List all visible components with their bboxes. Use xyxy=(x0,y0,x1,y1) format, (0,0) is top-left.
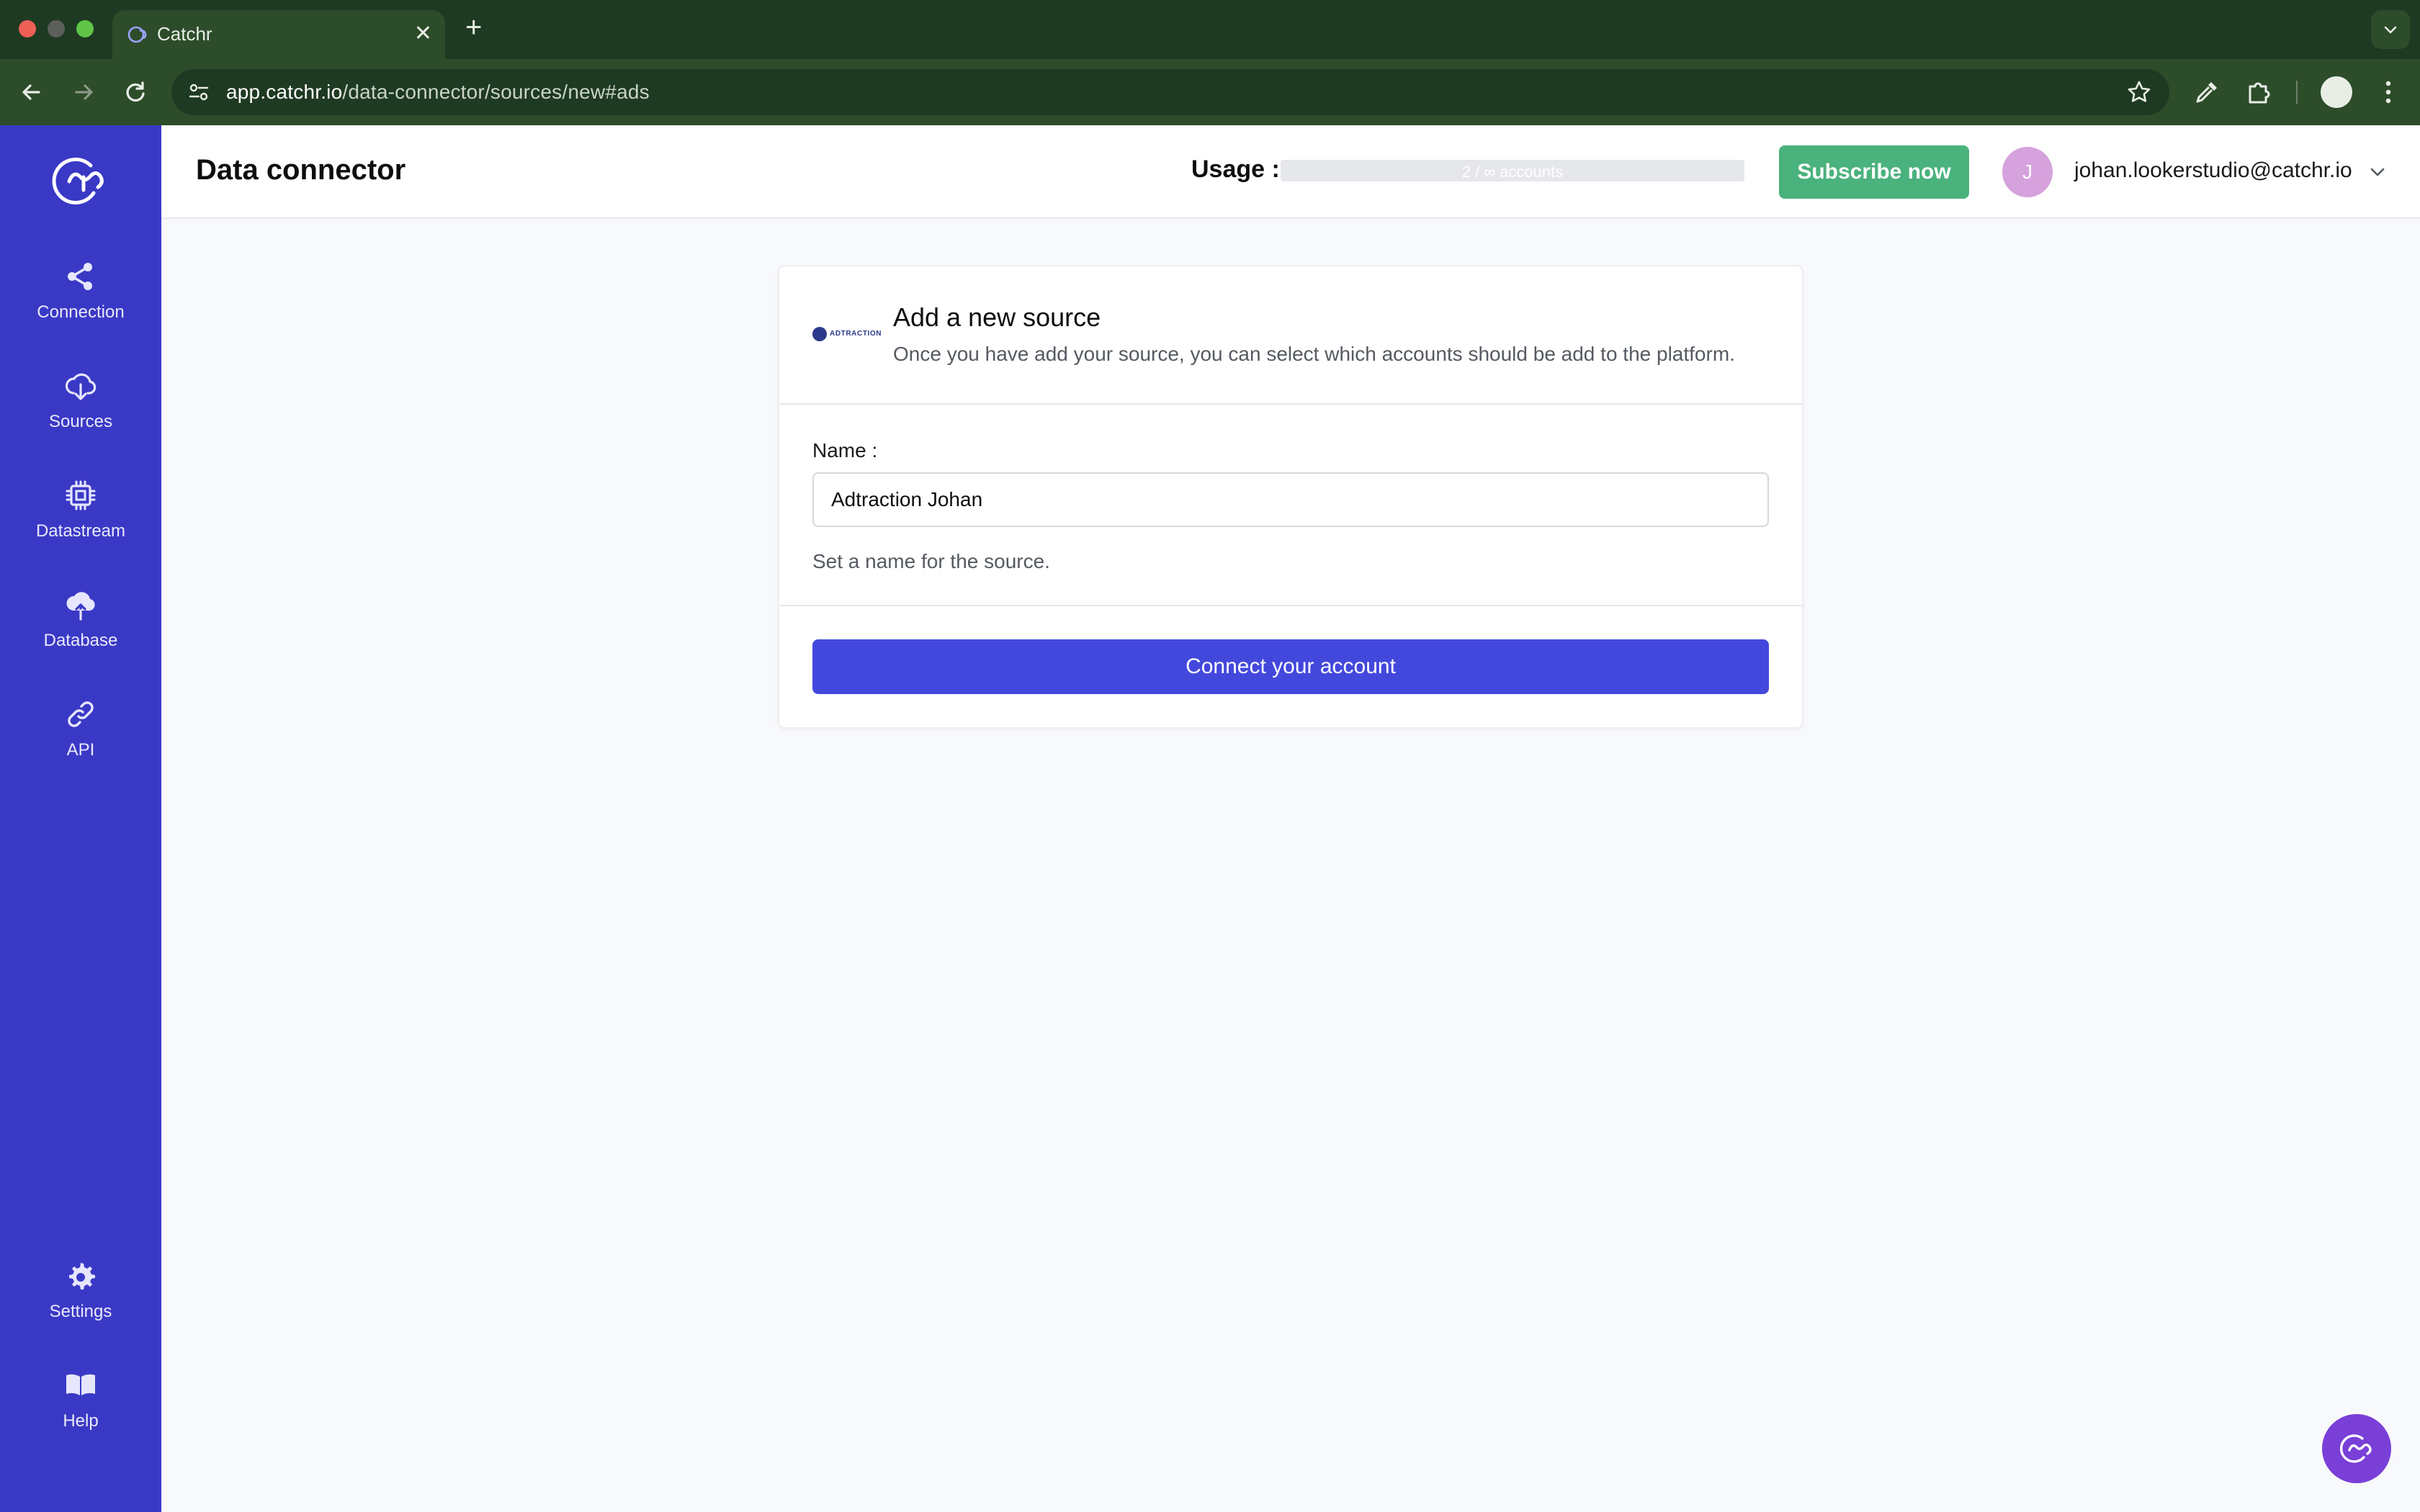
bookmark-star-icon[interactable] xyxy=(2125,78,2154,107)
cloud-download-icon xyxy=(65,373,97,400)
sidebar-item-connection[interactable]: Connection xyxy=(0,259,161,346)
arrow-right-icon xyxy=(75,84,93,100)
card-subtitle: Once you have add your source, you can s… xyxy=(893,343,1735,365)
user-email[interactable]: johan.lookerstudio@catchr.io xyxy=(2074,158,2352,183)
page-title: Data connector xyxy=(196,154,406,186)
sidebar-item-label: Database xyxy=(43,631,118,650)
sidebar-item-sources[interactable]: Sources xyxy=(0,369,161,455)
back-button[interactable] xyxy=(14,75,49,109)
toolbar-divider xyxy=(2296,81,2298,104)
source-name-input[interactable] xyxy=(812,472,1769,527)
adtraction-logo: ADTRACTION xyxy=(812,327,882,341)
sidebar-item-datastream[interactable]: Datastream xyxy=(0,478,161,564)
catchr-favicon-icon xyxy=(127,26,147,43)
usage-progress-bar: 2 / ∞ accounts xyxy=(1281,160,1744,181)
window-minimize-button[interactable] xyxy=(48,20,65,37)
connect-account-button[interactable]: Connect your account xyxy=(812,639,1769,694)
sidebar-item-label: Connection xyxy=(37,302,125,322)
sidebar-item-label: API xyxy=(66,740,95,760)
reload-button[interactable] xyxy=(118,75,153,109)
avatar[interactable]: J xyxy=(2002,147,2053,197)
site-settings-icon[interactable] xyxy=(186,79,212,105)
chevron-down-icon xyxy=(2384,26,2397,34)
adtraction-logo-icon xyxy=(812,327,827,341)
usage-label: Usage : xyxy=(1191,156,1280,183)
address-bar[interactable]: app.catchr.io/data-connector/sources/new… xyxy=(171,69,2169,115)
reload-icon xyxy=(126,81,145,102)
link-icon xyxy=(68,701,94,727)
book-icon xyxy=(66,1374,95,1395)
app-header: Data connector Usage : 2 / ∞ accounts Su… xyxy=(161,125,2420,219)
sidebar-item-database[interactable]: Database xyxy=(0,588,161,674)
tab-close-icon[interactable]: ✕ xyxy=(414,22,432,46)
sidebar-item-settings[interactable]: Settings xyxy=(0,1259,161,1345)
sidebar-item-label: Settings xyxy=(49,1302,112,1321)
share-icon xyxy=(68,263,92,290)
window-close-button[interactable] xyxy=(19,20,36,37)
forward-button[interactable] xyxy=(66,75,101,109)
add-source-card: ADTRACTION Add a new source Once you hav… xyxy=(778,265,1803,729)
url-host: app.catchr.io xyxy=(226,81,343,103)
catchr-chat-icon xyxy=(2339,1434,2372,1463)
adtraction-logo-text: ADTRACTION xyxy=(830,330,882,338)
arrow-left-icon xyxy=(22,84,40,100)
new-tab-button[interactable]: + xyxy=(465,12,482,43)
usage-text: 2 / ∞ accounts xyxy=(1461,163,1564,181)
url-text: app.catchr.io/data-connector/sources/new… xyxy=(226,81,650,104)
url-path: /data-connector/sources/new#ads xyxy=(342,81,650,103)
eyedropper-extension-icon[interactable] xyxy=(2190,75,2224,109)
browser-tab-strip: Catchr ✕ + xyxy=(0,0,2420,59)
more-options-icon[interactable] xyxy=(2371,75,2406,109)
chat-launcher-button[interactable] xyxy=(2322,1414,2391,1483)
card-body: Name : Set a name for the source. xyxy=(779,405,1802,606)
name-label: Name : xyxy=(812,439,878,462)
sidebar-item-label: Sources xyxy=(48,412,113,431)
cloud-upload-icon xyxy=(66,592,95,621)
browser-toolbar: app.catchr.io/data-connector/sources/new… xyxy=(0,59,2420,125)
tab-search-button[interactable] xyxy=(2371,10,2410,49)
subscribe-button[interactable]: Subscribe now xyxy=(1779,145,1969,199)
sidebar: Connection Sources Datastream Database A… xyxy=(0,125,161,1512)
sidebar-item-label: Help xyxy=(63,1411,99,1431)
catchr-logo-icon[interactable] xyxy=(48,153,114,210)
browser-tab[interactable]: Catchr ✕ xyxy=(112,10,445,59)
card-title: Add a new source xyxy=(893,302,1101,332)
cpu-chip-icon xyxy=(66,480,96,510)
extensions-puzzle-icon[interactable] xyxy=(2241,75,2276,109)
sidebar-item-help[interactable]: Help xyxy=(0,1368,161,1454)
chevron-down-icon[interactable] xyxy=(2365,160,2390,184)
profile-avatar[interactable] xyxy=(2321,76,2352,108)
sidebar-item-api[interactable]: API xyxy=(0,697,161,783)
window-maximize-button[interactable] xyxy=(76,20,94,37)
tab-title: Catchr xyxy=(157,23,212,45)
name-help-text: Set a name for the source. xyxy=(812,550,1050,572)
gear-icon xyxy=(69,1263,95,1290)
card-header: ADTRACTION Add a new source Once you hav… xyxy=(779,266,1802,405)
sidebar-item-label: Datastream xyxy=(35,521,126,541)
